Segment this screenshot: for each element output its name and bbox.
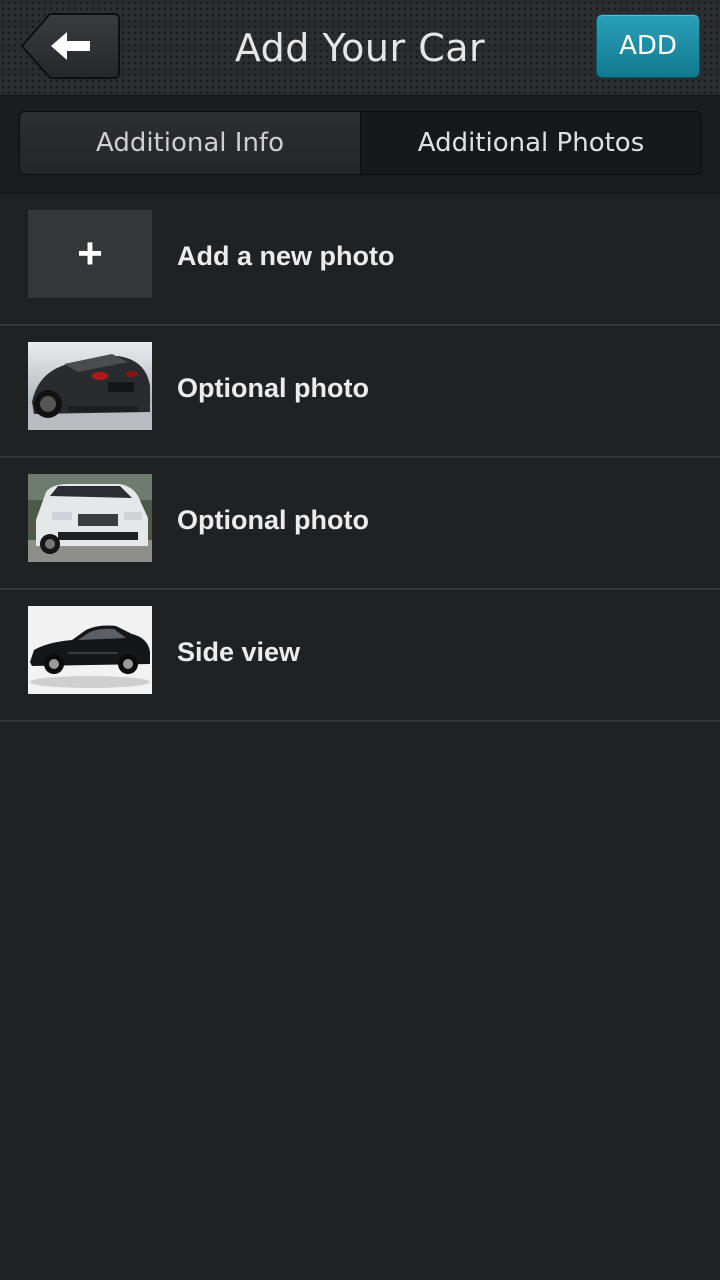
photo-thumbnail-black-sedan [28, 606, 152, 694]
tab-bar: Additional Info Additional Photos [0, 97, 720, 193]
photo-label: Optional photo [177, 505, 369, 535]
tab-additional-photos[interactable]: Additional Photos [361, 112, 701, 174]
add-photo-row[interactable]: + Add a new photo [0, 194, 720, 326]
list-item[interactable]: Optional photo [0, 326, 720, 458]
tab-additional-info[interactable]: Additional Info [20, 112, 361, 174]
photo-label: Optional photo [177, 373, 369, 403]
photo-label: Side view [177, 637, 301, 667]
photo-list: + Add a new photo Optional photo Optiona… [0, 194, 720, 722]
list-item[interactable]: Optional photo [0, 458, 720, 590]
photo-thumbnail-white-suv [28, 474, 152, 562]
add-photo-label: Add a new photo [177, 241, 395, 271]
arrow-left-icon [20, 13, 120, 79]
back-button[interactable] [20, 13, 120, 79]
add-photo-thumbnail: + [28, 210, 152, 298]
app-header: Add Your Car ADD [0, 0, 720, 96]
photo-thumbnail-dark-sports-car [28, 342, 152, 430]
list-item[interactable]: Side view [0, 590, 720, 722]
plus-icon: + [77, 229, 103, 278]
segmented-tabs: Additional Info Additional Photos [19, 111, 702, 175]
add-button[interactable]: ADD [596, 14, 700, 78]
